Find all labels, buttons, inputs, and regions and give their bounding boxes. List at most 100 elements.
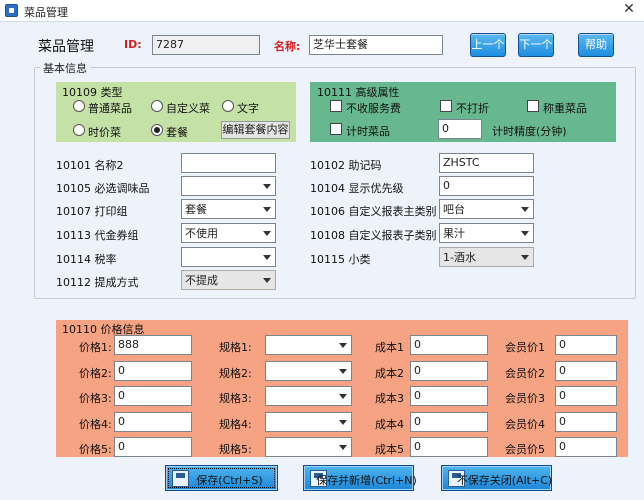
advanced-panel-title: 10111 高级属性 bbox=[317, 86, 400, 99]
name-label: 名称: bbox=[274, 40, 301, 53]
member-price3-field[interactable]: 0 bbox=[555, 386, 617, 406]
tax-rate-select[interactable] bbox=[181, 247, 276, 267]
save-button[interactable]: 保存(Ctrl+S) bbox=[165, 465, 278, 491]
subclass-label: 10115 小类 bbox=[310, 253, 371, 266]
spec1-select[interactable] bbox=[265, 335, 352, 355]
chevron-down-icon bbox=[263, 278, 271, 283]
chevron-down-icon bbox=[263, 255, 271, 260]
radio-custom[interactable] bbox=[151, 100, 163, 112]
timing-precision-field[interactable]: 0 bbox=[438, 119, 482, 139]
voucher-group-select-value: 不使用 bbox=[185, 227, 218, 240]
spec4-select[interactable] bbox=[265, 412, 352, 432]
spec1-label: 规格1: bbox=[219, 341, 252, 354]
member-price2-field[interactable]: 0 bbox=[555, 361, 617, 381]
price2-field[interactable]: 0 bbox=[114, 361, 192, 381]
price1-label: 价格1: bbox=[79, 341, 112, 354]
prev-button[interactable]: 上一个 bbox=[470, 33, 506, 57]
timing-precision-label: 计时精度(分钟) bbox=[492, 125, 567, 138]
radio-market-price[interactable] bbox=[73, 124, 85, 136]
price1-field[interactable]: 888 bbox=[114, 335, 192, 355]
print-group-select-value: 套餐 bbox=[185, 203, 207, 216]
commission-label: 10112 提成方式 bbox=[56, 276, 139, 289]
print-group-label: 10107 打印组 bbox=[56, 205, 128, 218]
voucher-group-select[interactable]: 不使用 bbox=[181, 223, 276, 243]
radio-set-meal[interactable] bbox=[151, 124, 163, 136]
check-timed[interactable] bbox=[330, 123, 342, 135]
name-field[interactable]: 芝华士套餐 bbox=[309, 35, 443, 55]
cost2-label: 成本2 bbox=[375, 367, 404, 380]
check-no-discount-label: 不打折 bbox=[456, 102, 489, 115]
close-without-saving-button-label: 不保存关闭(Alt+C) bbox=[456, 474, 553, 487]
id-field[interactable]: 7287 bbox=[152, 35, 260, 55]
subclass-select-value: 1-酒水 bbox=[443, 251, 476, 264]
spec5-select[interactable] bbox=[265, 437, 352, 457]
voucher-group-label: 10113 代金券组 bbox=[56, 229, 139, 242]
member-price4-field[interactable]: 0 bbox=[555, 412, 617, 432]
check-weighed[interactable] bbox=[527, 100, 539, 112]
check-no-service-fee[interactable] bbox=[330, 100, 342, 112]
save-button-label: 保存(Ctrl+S) bbox=[196, 474, 263, 487]
help-button[interactable]: 帮助 bbox=[578, 33, 614, 57]
spec2-select[interactable] bbox=[265, 361, 352, 381]
title-bar bbox=[0, 0, 644, 22]
report-sub-category-select[interactable]: 果汁 bbox=[439, 223, 534, 243]
check-no-discount[interactable] bbox=[440, 100, 452, 112]
cost3-field[interactable]: 0 bbox=[410, 386, 488, 406]
mnemonic-label: 10102 助记码 bbox=[310, 159, 382, 172]
report-main-category-label: 10106 自定义报表主类别 bbox=[310, 205, 437, 218]
app-icon bbox=[5, 4, 18, 17]
commission-select[interactable]: 不提成 bbox=[181, 270, 276, 290]
cost2-field[interactable]: 0 bbox=[410, 361, 488, 381]
price3-label: 价格3: bbox=[79, 392, 112, 405]
price4-field[interactable]: 0 bbox=[114, 412, 192, 432]
price5-field[interactable]: 0 bbox=[114, 437, 192, 457]
check-weighed-label: 称重菜品 bbox=[543, 102, 587, 115]
close-without-saving-button[interactable]: 不保存关闭(Alt+C) bbox=[441, 465, 552, 491]
chevron-down-icon bbox=[263, 207, 271, 212]
chevron-down-icon bbox=[339, 420, 347, 425]
mnemonic-field[interactable]: ZHSTC bbox=[439, 153, 534, 173]
cost5-label: 成本5 bbox=[375, 443, 404, 456]
next-button[interactable]: 下一个 bbox=[518, 33, 554, 57]
print-group-select[interactable]: 套餐 bbox=[181, 199, 276, 219]
report-main-category-select[interactable]: 吧台 bbox=[439, 199, 534, 219]
price3-field[interactable]: 0 bbox=[114, 386, 192, 406]
save-and-new-button[interactable]: 保存并新增(Ctrl+N) bbox=[303, 465, 417, 491]
cost4-field[interactable]: 0 bbox=[410, 412, 488, 432]
radio-text-label: 文字 bbox=[237, 102, 259, 115]
cost1-field[interactable]: 0 bbox=[410, 335, 488, 355]
window-title: 菜品管理 bbox=[24, 6, 68, 19]
member-price3-label: 会员价3 bbox=[505, 392, 545, 405]
member-price5-field[interactable]: 0 bbox=[555, 437, 617, 457]
report-main-category-value: 吧台 bbox=[443, 203, 465, 216]
chevron-down-icon bbox=[521, 207, 529, 212]
member-price1-field[interactable]: 0 bbox=[555, 335, 617, 355]
radio-normal[interactable] bbox=[73, 100, 85, 112]
spec5-label: 规格5: bbox=[219, 443, 252, 456]
chevron-down-icon bbox=[263, 184, 271, 189]
chevron-down-icon bbox=[339, 394, 347, 399]
radio-set-meal-label: 套餐 bbox=[166, 126, 188, 139]
spec3-label: 规格3: bbox=[219, 392, 252, 405]
chevron-down-icon bbox=[339, 445, 347, 450]
chevron-down-icon bbox=[521, 231, 529, 236]
chevron-down-icon bbox=[263, 231, 271, 236]
spec3-select[interactable] bbox=[265, 386, 352, 406]
type-panel-title: 10109 类型 bbox=[62, 86, 123, 99]
radio-text[interactable] bbox=[222, 100, 234, 112]
report-sub-category-value: 果汁 bbox=[443, 227, 465, 240]
page-title: 菜品管理 bbox=[38, 39, 94, 55]
display-priority-field[interactable]: 0 bbox=[439, 176, 534, 196]
cost3-label: 成本3 bbox=[375, 392, 404, 405]
chevron-down-icon bbox=[339, 369, 347, 374]
subclass-select[interactable]: 1-酒水 bbox=[439, 247, 534, 267]
edit-set-meal-button[interactable]: 编辑套餐内容 bbox=[221, 121, 290, 139]
cost5-field[interactable]: 0 bbox=[410, 437, 488, 457]
cost4-label: 成本4 bbox=[375, 418, 404, 431]
spec2-label: 规格2: bbox=[219, 367, 252, 380]
name2-field[interactable] bbox=[181, 153, 276, 173]
commission-select-value: 不提成 bbox=[185, 274, 218, 287]
close-icon[interactable]: ✕ bbox=[620, 1, 638, 17]
id-label: ID: bbox=[124, 38, 142, 51]
seasoning-select[interactable] bbox=[181, 176, 276, 196]
